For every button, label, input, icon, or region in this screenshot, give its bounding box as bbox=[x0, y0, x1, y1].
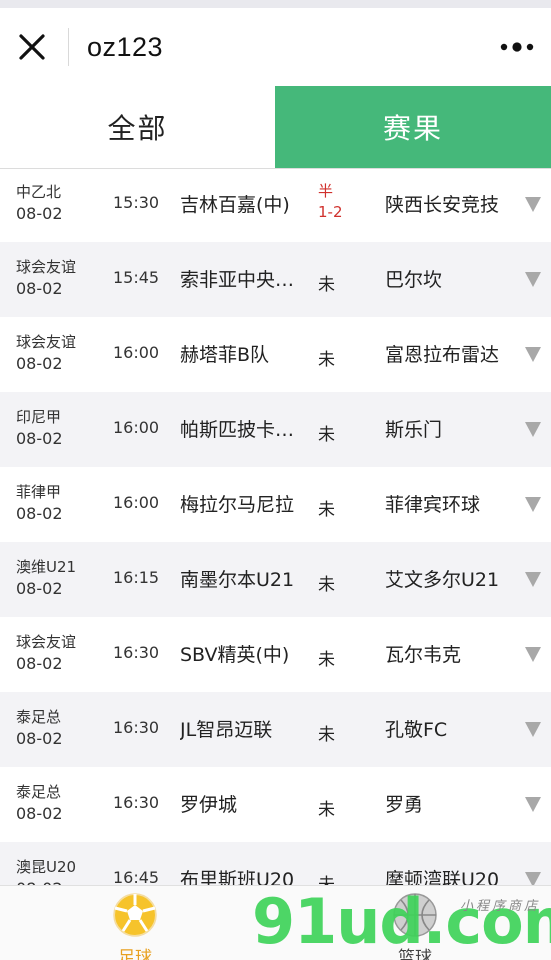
match-status: 未 bbox=[318, 800, 335, 820]
match-date: 08-02 bbox=[16, 204, 63, 223]
match-away-team: 孔敬FC bbox=[385, 719, 448, 741]
match-away-team: 斯乐门 bbox=[385, 419, 443, 441]
match-row[interactable]: 澳维U21 08-02 16:15 南墨尔本U21 未 艾文多尔U21 bbox=[0, 542, 551, 617]
match-date: 08-02 bbox=[16, 654, 63, 673]
match-league: 球会友谊 bbox=[16, 633, 77, 651]
match-league: 印尼甲 bbox=[16, 408, 62, 426]
match-time: 15:45 bbox=[113, 268, 160, 287]
match-status: 未 bbox=[318, 875, 335, 885]
match-date: 08-02 bbox=[16, 504, 63, 523]
match-status: 未 bbox=[318, 350, 335, 370]
match-home-team: JL智昂迈联 bbox=[180, 719, 273, 741]
match-time: 16:30 bbox=[113, 643, 160, 662]
match-date: 08-02 bbox=[16, 354, 63, 373]
match-row[interactable]: 球会友谊 08-02 15:45 索非亚中央… 未 巴尔坎 bbox=[0, 242, 551, 317]
expand-caret-icon[interactable] bbox=[525, 572, 541, 587]
match-row[interactable]: 球会友谊 08-02 16:30 SBV精英(中) 未 瓦尔韦克 bbox=[0, 617, 551, 692]
match-away-team: 巴尔坎 bbox=[385, 269, 443, 291]
expand-caret-icon[interactable] bbox=[525, 347, 541, 362]
match-league: 泰足总 bbox=[16, 708, 62, 726]
expand-caret-icon[interactable] bbox=[525, 647, 541, 662]
match-home-team: 帕斯匹披卡… bbox=[180, 419, 295, 441]
match-time: 16:30 bbox=[113, 793, 160, 812]
match-time: 16:00 bbox=[113, 418, 160, 437]
expand-caret-icon[interactable] bbox=[525, 272, 541, 287]
tab-results[interactable]: 赛果 bbox=[275, 86, 551, 168]
match-league: 球会友谊 bbox=[16, 258, 77, 276]
match-time: 16:00 bbox=[113, 493, 160, 512]
expand-caret-icon[interactable] bbox=[525, 197, 541, 212]
title-bar: oz123 bbox=[0, 8, 551, 86]
match-time: 16:00 bbox=[113, 343, 160, 362]
match-league: 球会友谊 bbox=[16, 333, 77, 351]
status-bar bbox=[0, 0, 551, 8]
match-home-team: 罗伊城 bbox=[180, 794, 238, 816]
expand-caret-icon[interactable] bbox=[525, 797, 541, 812]
match-row[interactable]: 泰足总 08-02 16:30 JL智昂迈联 未 孔敬FC bbox=[0, 692, 551, 767]
match-time: 16:30 bbox=[113, 718, 160, 737]
match-away-team: 艾文多尔U21 bbox=[385, 569, 500, 591]
match-status: 未 bbox=[318, 275, 335, 295]
match-status: 未 bbox=[318, 575, 335, 595]
nav-football[interactable]: 足球 bbox=[100, 892, 170, 960]
match-date: 08-02 bbox=[16, 579, 63, 598]
watermark-subtitle: 小程序商店 bbox=[460, 899, 541, 914]
close-icon bbox=[19, 34, 45, 60]
nav-football-label: 足球 bbox=[118, 948, 152, 960]
more-dots-icon bbox=[500, 42, 534, 52]
match-status: 未 bbox=[318, 650, 335, 670]
app-root: oz123 全部 赛果 中乙北 08-02 15:30 吉林百嘉(中) 半 1-2 陕西长安… bbox=[0, 0, 551, 960]
match-date: 08-02 bbox=[16, 729, 63, 748]
match-status: 半 1-2 bbox=[318, 181, 343, 223]
match-row[interactable]: 泰足总 08-02 16:30 罗伊城 未 罗勇 bbox=[0, 767, 551, 842]
match-time: 16:45 bbox=[113, 868, 160, 885]
match-status: 未 bbox=[318, 500, 335, 520]
close-button[interactable] bbox=[0, 8, 64, 86]
match-date: 08-02 bbox=[16, 279, 63, 298]
match-row[interactable]: 球会友谊 08-02 16:00 赫塔菲B队 未 富恩拉布雷达 bbox=[0, 317, 551, 392]
match-home-team: 吉林百嘉(中) bbox=[180, 194, 290, 216]
match-score: 1-2 bbox=[318, 203, 343, 221]
match-league: 中乙北 bbox=[16, 183, 62, 201]
match-row[interactable]: 印尼甲 08-02 16:00 帕斯匹披卡… 未 斯乐门 bbox=[0, 392, 551, 467]
match-away-team: 瓦尔韦克 bbox=[385, 644, 462, 666]
match-away-team: 菲律宾环球 bbox=[385, 494, 481, 516]
match-home-team: 赫塔菲B队 bbox=[180, 344, 270, 366]
match-home-team: 南墨尔本U21 bbox=[180, 569, 295, 591]
match-status-label: 半 bbox=[318, 182, 334, 200]
match-row[interactable]: 澳昆U2008-0216:45布里斯班U20未摩顿湾联U20 bbox=[0, 842, 551, 885]
tab-bar: 全部 赛果 bbox=[0, 86, 551, 169]
match-date: 08-02 bbox=[16, 429, 63, 448]
match-status: 未 bbox=[318, 725, 335, 745]
expand-caret-icon[interactable] bbox=[525, 722, 541, 737]
match-league: 菲律甲 bbox=[16, 483, 62, 501]
match-league: 泰足总 bbox=[16, 783, 62, 801]
match-away-team: 摩顿湾联U20 bbox=[385, 869, 500, 885]
page-title: oz123 bbox=[87, 31, 164, 62]
match-date: 08-02 bbox=[16, 804, 63, 823]
football-icon bbox=[113, 893, 157, 937]
match-league: 澳维U21 bbox=[16, 558, 77, 576]
match-home-team: SBV精英(中) bbox=[180, 644, 290, 666]
match-away-team: 富恩拉布雷达 bbox=[385, 344, 500, 366]
match-time: 16:15 bbox=[113, 568, 160, 587]
match-away-team: 陕西长安竞技 bbox=[385, 194, 500, 216]
match-home-team: 索非亚中央… bbox=[180, 269, 295, 291]
tab-all[interactable]: 全部 bbox=[0, 86, 275, 168]
match-away-team: 罗勇 bbox=[385, 794, 424, 816]
title-divider bbox=[68, 28, 69, 66]
match-list: 中乙北 08-02 15:30 吉林百嘉(中) 半 1-2 陕西长安竞技球会友谊 08-02 1… bbox=[0, 167, 551, 885]
match-status: 未 bbox=[318, 425, 335, 445]
more-button[interactable] bbox=[495, 30, 539, 64]
expand-caret-icon[interactable] bbox=[525, 872, 541, 885]
match-time: 15:30 bbox=[113, 193, 160, 212]
match-home-team: 梅拉尔马尼拉 bbox=[180, 494, 295, 516]
match-row[interactable]: 菲律甲 08-02 16:00 梅拉尔马尼拉 未 菲律宾环球 bbox=[0, 467, 551, 542]
expand-caret-icon[interactable] bbox=[525, 497, 541, 512]
match-league: 澳昆U20 bbox=[16, 858, 77, 876]
match-home-team: 布里斯班U20 bbox=[180, 869, 295, 885]
expand-caret-icon[interactable] bbox=[525, 422, 541, 437]
match-row[interactable]: 中乙北 08-02 15:30 吉林百嘉(中) 半 1-2 陕西长安竞技 bbox=[0, 167, 551, 242]
